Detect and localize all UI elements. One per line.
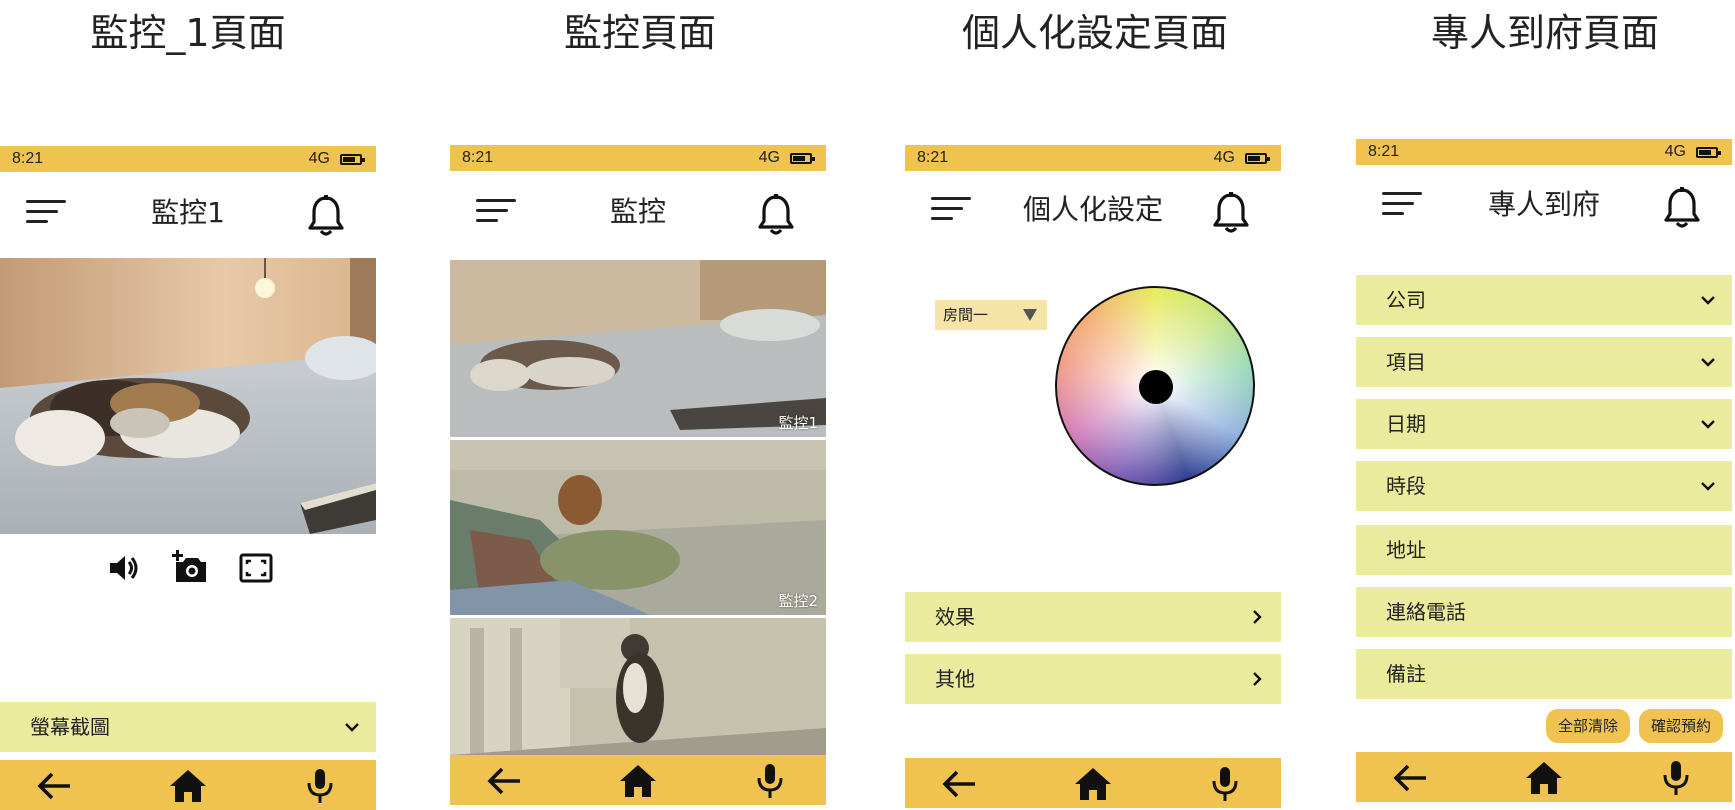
volume-icon[interactable] [106, 550, 142, 586]
microphone-icon[interactable] [750, 763, 790, 799]
camera-tile-2[interactable]: 監控2 [450, 440, 826, 615]
effect-row[interactable]: 效果 [905, 592, 1281, 642]
camera-label: 監控2 [778, 592, 818, 610]
status-network: 4G [1664, 143, 1686, 160]
back-arrow-icon[interactable] [939, 766, 979, 802]
bell-icon[interactable] [1211, 191, 1251, 235]
menu-icon[interactable] [26, 200, 70, 228]
status-time: 8:21 [1368, 143, 1400, 160]
home-icon[interactable] [1524, 760, 1564, 796]
bottom-nav [1356, 752, 1732, 802]
back-arrow-icon[interactable] [484, 763, 524, 799]
phone-home-service: 8:21 4G 專人到府 公司 項目 日期 時段 地址 連絡電話 備註 全部清除… [1356, 0, 1732, 810]
chevron-down-icon [345, 723, 359, 732]
status-bar: 8:21 4G [905, 145, 1281, 171]
color-wheel[interactable] [1055, 286, 1255, 486]
other-label: 其他 [935, 667, 975, 691]
page-title: 個人化設定 [1022, 193, 1163, 226]
battery-icon [340, 154, 365, 165]
effect-label: 效果 [935, 605, 975, 629]
bell-icon[interactable] [306, 194, 346, 238]
chevron-down-icon [1701, 358, 1715, 367]
phone-field[interactable]: 連絡電話 [1356, 587, 1732, 637]
microphone-icon[interactable] [300, 768, 340, 804]
room-select-value: 房間一 [943, 306, 989, 324]
status-time: 8:21 [917, 149, 949, 166]
other-row[interactable]: 其他 [905, 654, 1281, 704]
time-slot-label: 時段 [1386, 474, 1426, 498]
notes-label: 備註 [1386, 662, 1426, 686]
phone-label: 連絡電話 [1386, 600, 1466, 624]
bottom-nav [0, 760, 376, 810]
back-arrow-icon[interactable] [1390, 760, 1430, 796]
company-label: 公司 [1386, 288, 1426, 312]
back-arrow-icon[interactable] [34, 768, 74, 804]
home-icon[interactable] [168, 768, 208, 804]
camera-feed-cat-bed[interactable] [0, 258, 376, 534]
phone-monitor-1: 8:21 4G 監控1 螢幕截圖 [0, 0, 376, 810]
bottom-nav [905, 758, 1281, 808]
time-slot-select[interactable]: 時段 [1356, 461, 1732, 511]
address-field[interactable]: 地址 [1356, 525, 1732, 575]
confirm-booking-button[interactable]: 確認預約 [1639, 709, 1723, 743]
camera-label: 監控1 [778, 414, 818, 432]
app-bar: 個人化設定 [905, 175, 1281, 245]
item-label: 項目 [1386, 350, 1426, 374]
status-bar: 8:21 4G [1356, 139, 1732, 165]
app-bar: 專人到府 [1356, 170, 1732, 240]
status-network: 4G [758, 149, 780, 166]
phone-monitor: 8:21 4G 監控 監控1 監控2 [450, 0, 826, 810]
address-label: 地址 [1386, 538, 1426, 562]
home-icon[interactable] [618, 763, 658, 799]
bell-icon[interactable] [1662, 186, 1702, 230]
chevron-right-icon [1253, 610, 1262, 624]
chevron-down-icon [1701, 296, 1715, 305]
color-picker-handle[interactable] [1139, 370, 1173, 404]
menu-icon[interactable] [931, 197, 975, 225]
screenshot-dropdown[interactable]: 螢幕截圖 [0, 702, 376, 752]
screenshot-label: 螢幕截圖 [30, 715, 110, 739]
date-select[interactable]: 日期 [1356, 399, 1732, 449]
caret-down-icon [1023, 309, 1037, 321]
status-time: 8:21 [462, 149, 494, 166]
camera-tile-1[interactable]: 監控1 [450, 260, 826, 437]
chevron-down-icon [1701, 482, 1715, 491]
add-photo-icon[interactable] [172, 550, 208, 586]
phone-personalize: 8:21 4G 個人化設定 房間一 效果 其他 [905, 0, 1281, 810]
status-bar: 8:21 4G [450, 145, 826, 171]
status-time: 8:21 [12, 150, 44, 167]
page-title: 監控1 [151, 196, 225, 229]
home-icon[interactable] [1073, 766, 1113, 802]
date-label: 日期 [1386, 412, 1426, 436]
battery-icon [790, 153, 815, 164]
chevron-right-icon [1253, 672, 1262, 686]
room-select[interactable]: 房間一 [935, 300, 1047, 330]
microphone-icon[interactable] [1205, 766, 1245, 802]
page-title: 專人到府 [1487, 188, 1600, 221]
bottom-nav [450, 755, 826, 805]
status-bar: 8:21 4G [0, 146, 376, 172]
notes-field[interactable]: 備註 [1356, 649, 1732, 699]
clear-all-button[interactable]: 全部清除 [1546, 709, 1630, 743]
battery-icon [1245, 153, 1270, 164]
status-network: 4G [1213, 149, 1235, 166]
chevron-down-icon [1701, 420, 1715, 429]
fullscreen-icon[interactable] [238, 550, 274, 586]
battery-icon [1696, 147, 1721, 158]
app-bar: 監控 [450, 177, 826, 247]
camera-tile-3[interactable] [450, 618, 826, 755]
bell-icon[interactable] [756, 193, 796, 237]
menu-icon[interactable] [476, 199, 520, 227]
app-bar: 監控1 [0, 178, 376, 248]
company-select[interactable]: 公司 [1356, 275, 1732, 325]
page-title: 監控 [609, 195, 666, 228]
menu-icon[interactable] [1382, 192, 1426, 220]
status-network: 4G [308, 150, 330, 167]
item-select[interactable]: 項目 [1356, 337, 1732, 387]
microphone-icon[interactable] [1656, 760, 1696, 796]
